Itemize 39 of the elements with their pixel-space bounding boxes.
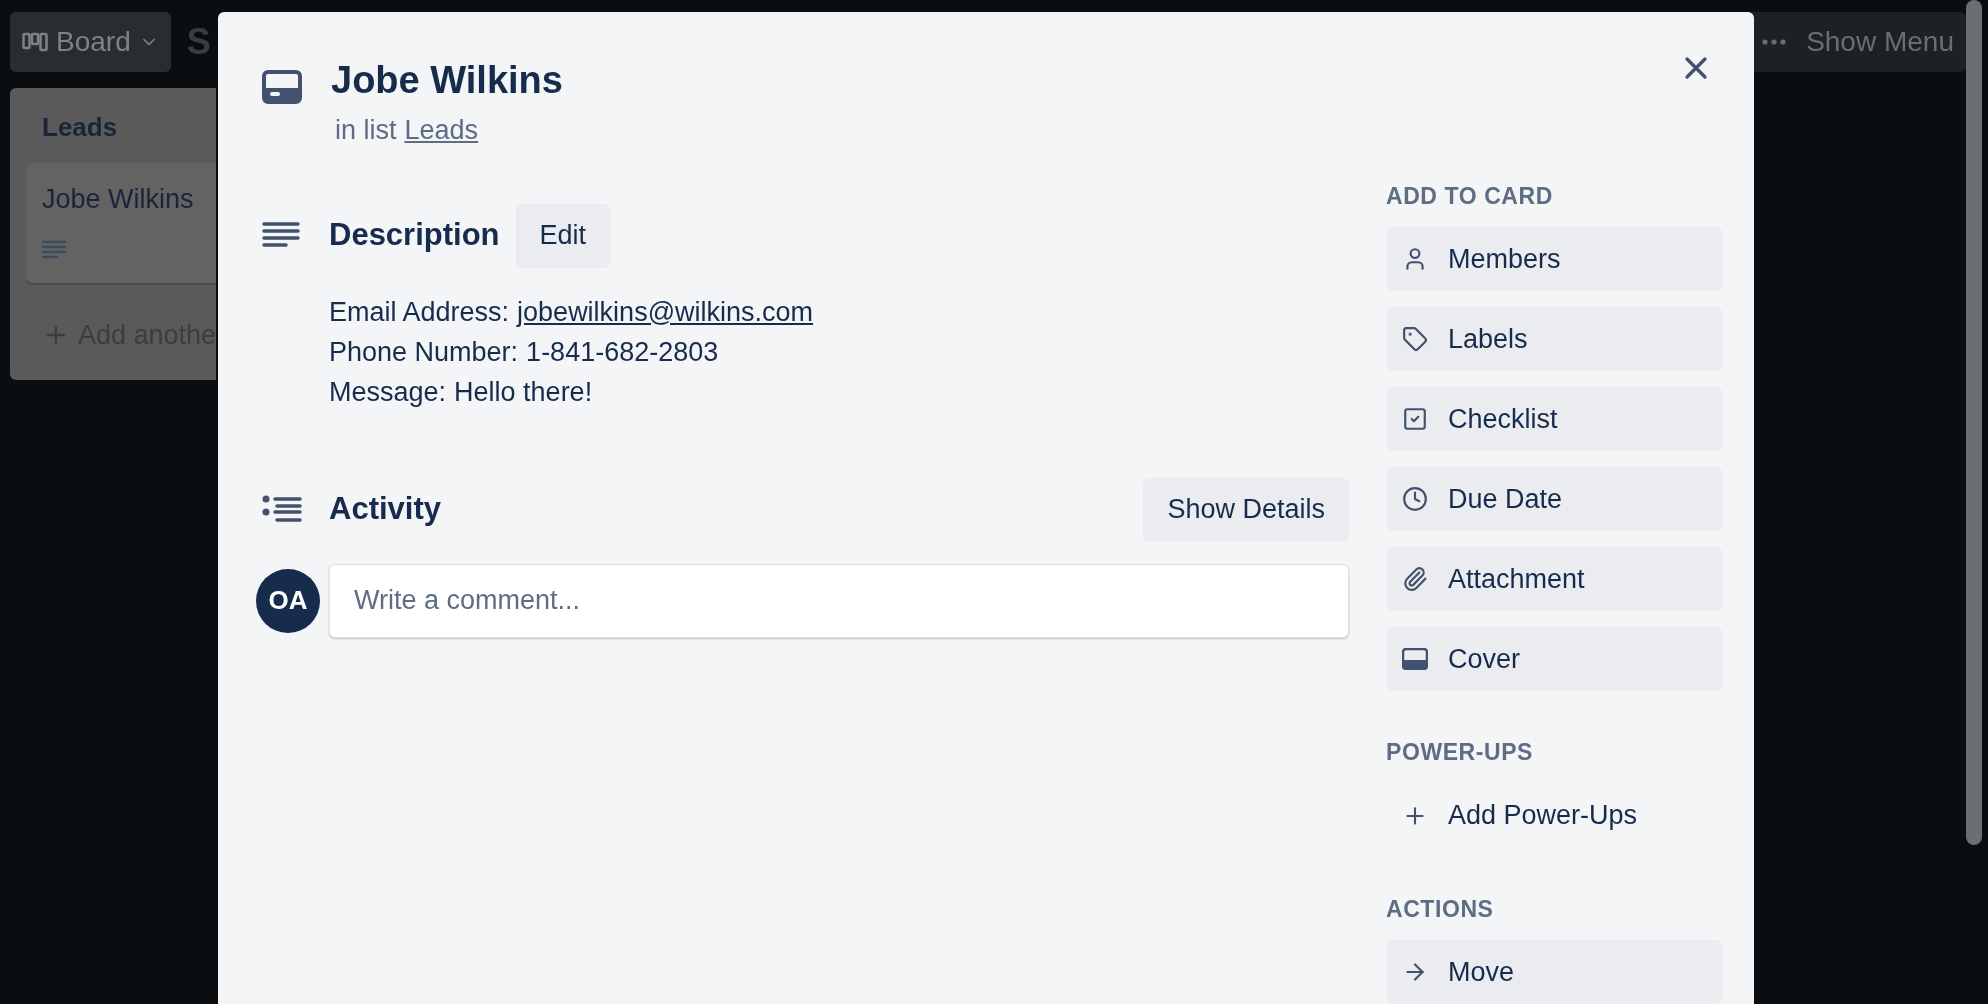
sidebar-heading: ACTIONS — [1386, 894, 1495, 924]
sidebar-button[interactable]: Move — [1386, 940, 1722, 1004]
email-link[interactable]: jobewilkins@wilkins.com — [517, 291, 814, 332]
sidebar-button[interactable]: Members — [1386, 227, 1722, 291]
field-label: Message: — [329, 375, 447, 409]
comment-field[interactable]: Write a comment... — [329, 563, 1349, 638]
paperclip-icon — [1402, 566, 1428, 592]
clock-icon — [1402, 486, 1428, 512]
field-label: Email Address: — [329, 295, 510, 329]
tag-icon — [1402, 326, 1428, 352]
activity-heading: Activity — [329, 490, 441, 529]
more-icon — [1762, 39, 1787, 45]
sidebar-heading: POWER-UPS — [1386, 738, 1535, 767]
card-icon — [262, 70, 302, 104]
sidebar-button[interactable]: Checklist — [1386, 387, 1722, 451]
board-icon — [22, 31, 48, 53]
sidebar-link[interactable]: Add Power-Ups — [1386, 783, 1722, 848]
edit-button[interactable]: Edit — [515, 203, 611, 268]
avatar[interactable]: OA — [256, 568, 320, 633]
card-title: Jobe Wilkins — [42, 183, 195, 216]
sidebar-button[interactable]: Cover — [1386, 627, 1722, 691]
sidebar-heading: ADD TO CARD — [1386, 181, 1554, 211]
checkbox-icon — [1402, 406, 1428, 432]
cover-icon — [1402, 648, 1428, 670]
show-details-button[interactable]: Show Details — [1143, 477, 1349, 542]
sidebar-button[interactable]: Labels — [1386, 307, 1722, 371]
activity-icon — [262, 494, 302, 525]
description-icon — [42, 239, 66, 260]
list-link[interactable]: Leads — [404, 110, 479, 151]
list-prefix: in list — [335, 114, 397, 147]
card-title: Jobe Wilkins — [331, 58, 563, 103]
field-value: Hello there! — [454, 375, 593, 409]
field-value: 1-841-682-2803 — [526, 335, 719, 369]
board-view-button[interactable]: Board — [10, 12, 171, 72]
list-title: Leads — [41, 111, 119, 144]
description-heading: Description — [329, 216, 500, 255]
field-label: Phone Number: — [329, 335, 519, 369]
sidebar-button[interactable]: Due Date — [1386, 467, 1722, 531]
sidebar-button[interactable]: Attachment — [1386, 547, 1722, 611]
